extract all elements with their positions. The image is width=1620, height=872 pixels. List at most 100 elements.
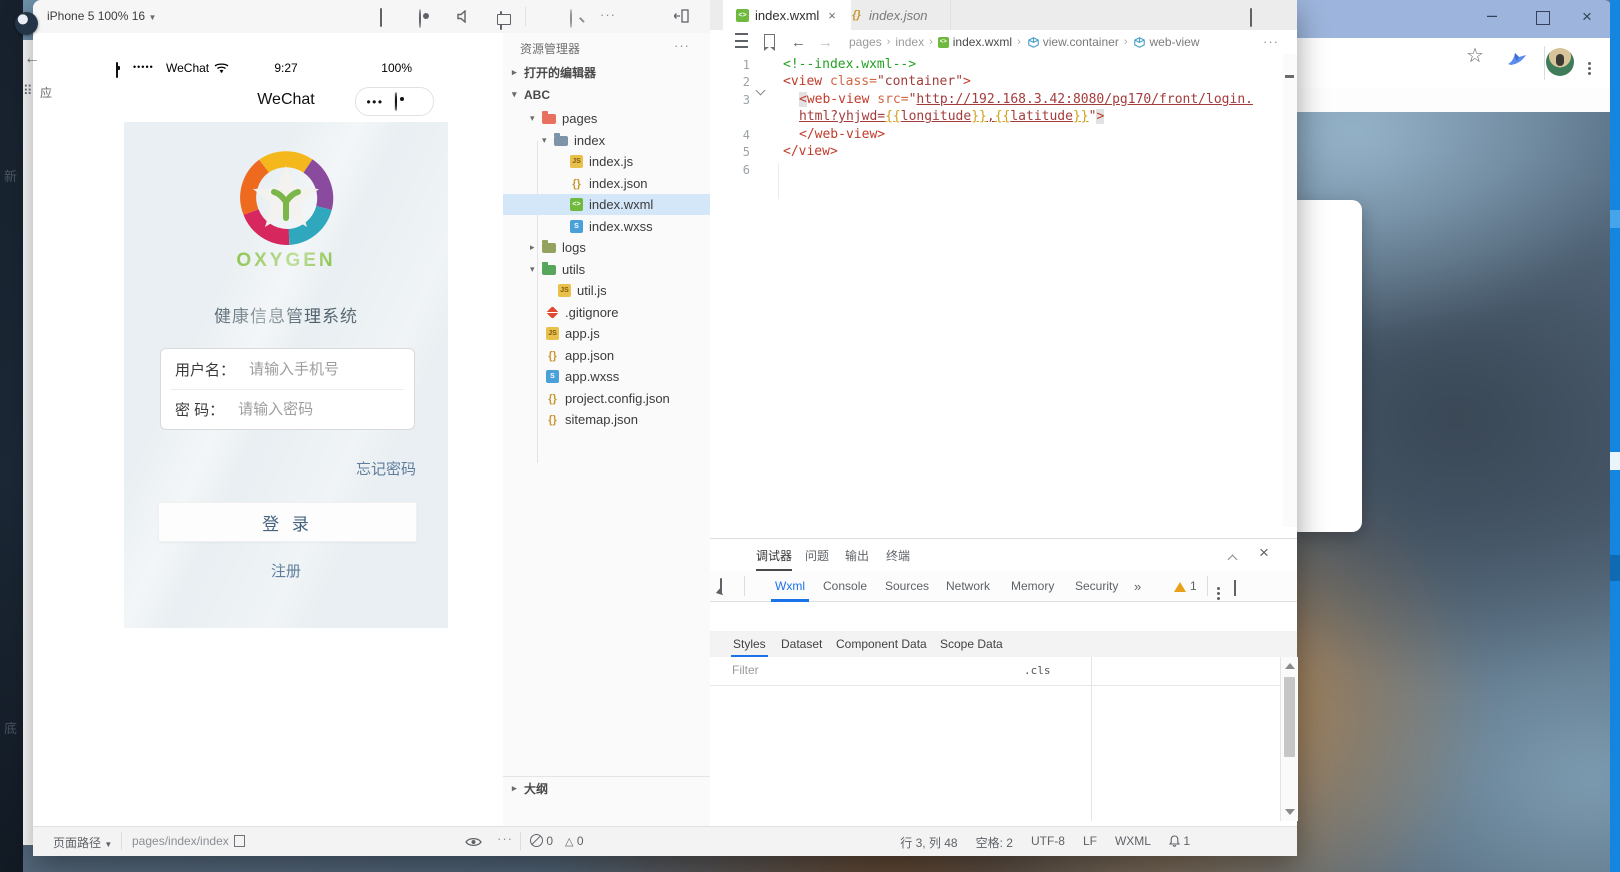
bookmark-icon[interactable] bbox=[764, 34, 775, 50]
inspector-tab-component-data[interactable]: Component Data bbox=[836, 637, 927, 651]
devtools-tab-console[interactable]: Console bbox=[823, 579, 867, 593]
statusbar-more-icon[interactable]: ··· bbox=[497, 831, 513, 846]
language-mode[interactable]: WXML bbox=[1115, 834, 1151, 851]
line-number: 1 bbox=[710, 58, 750, 72]
register-link[interactable]: 注册 bbox=[124, 560, 448, 581]
password-input[interactable] bbox=[236, 400, 390, 419]
browser-profile-avatar[interactable] bbox=[1546, 48, 1574, 76]
styles-scrollbar[interactable] bbox=[1280, 657, 1298, 821]
breadcrumb-index[interactable]: index bbox=[895, 35, 924, 49]
tab-problems[interactable]: 问题 bbox=[805, 547, 829, 564]
mute-speaker-icon[interactable] bbox=[457, 10, 472, 23]
collapse-panel-icon[interactable] bbox=[674, 9, 689, 23]
battery-percent: 100% bbox=[381, 61, 412, 75]
toolbar-divider bbox=[1544, 46, 1545, 80]
devtools-tab-memory[interactable]: Memory bbox=[1011, 579, 1054, 593]
breadcrumb-file[interactable]: index.wxml bbox=[953, 35, 1012, 49]
page-path-selector[interactable]: 页面路径 ▼ bbox=[53, 834, 112, 851]
page-path-value[interactable]: pages/index/index bbox=[132, 834, 245, 848]
tab-index-json[interactable]: {} index.json bbox=[838, 0, 951, 30]
inspector-tabbar: Styles Dataset Component Data Scope Data bbox=[710, 631, 1297, 658]
scroll-down-arrow[interactable] bbox=[1285, 809, 1295, 815]
warning-icon[interactable] bbox=[1174, 580, 1186, 594]
inspector-tab-styles[interactable]: Styles bbox=[733, 637, 766, 651]
breadcrumb-more-icon[interactable]: ··· bbox=[1263, 34, 1279, 49]
collapse-panel-chevron-icon[interactable] bbox=[1229, 552, 1236, 566]
devtools-tabbar: Wxml Console Sources Network Memory Secu… bbox=[710, 571, 1297, 602]
toolbar-more-icon[interactable]: ··· bbox=[600, 7, 616, 22]
cursor-position[interactable]: 行 3, 列 48 bbox=[900, 834, 957, 851]
file-explorer: 资源管理器 ··· ▸打开的编辑器 ▾ABC ▾pages ▾index JSi… bbox=[503, 33, 711, 826]
login-page: OXYGEN 健康信息管理系统 用户名： 密 码： 忘记密码 bbox=[124, 122, 448, 628]
login-button[interactable]: 登 录 bbox=[158, 502, 417, 542]
eol-setting[interactable]: LF bbox=[1083, 834, 1097, 851]
inspector-tab-dataset[interactable]: Dataset bbox=[781, 637, 822, 651]
devtools-more-tabs[interactable]: » bbox=[1134, 579, 1141, 594]
copy-path-icon[interactable] bbox=[234, 835, 245, 847]
nav-forward-icon[interactable]: → bbox=[818, 34, 833, 51]
breadcrumb-pages[interactable]: pages bbox=[849, 35, 882, 49]
inspect-element-icon[interactable] bbox=[720, 579, 722, 593]
capsule-close-button[interactable] bbox=[395, 93, 433, 111]
devtools-tab-network[interactable]: Network bbox=[946, 579, 990, 593]
error-counter[interactable]: 0 bbox=[530, 834, 553, 848]
multi-window-button[interactable] bbox=[500, 12, 502, 30]
device-selector[interactable]: iPhone 5 100% 16 ▼ bbox=[47, 9, 156, 23]
capsule-more-button[interactable]: ••• bbox=[356, 95, 394, 109]
inspector-tab-scope-data[interactable]: Scope Data bbox=[940, 637, 1003, 651]
tab-terminal[interactable]: 终端 bbox=[886, 547, 910, 564]
browser-minimize-button[interactable]: – bbox=[1487, 6, 1497, 24]
styles-filter-row: .cls bbox=[710, 657, 1297, 686]
notifications-bell[interactable]: 1 bbox=[1169, 834, 1190, 851]
forgot-password-link[interactable]: 忘记密码 bbox=[356, 458, 416, 479]
search-icon[interactable] bbox=[570, 10, 572, 28]
cls-button[interactable]: .cls bbox=[1024, 664, 1051, 677]
scrollbar-thumb[interactable] bbox=[1284, 677, 1295, 757]
indent-setting[interactable]: 空格: 2 bbox=[976, 834, 1013, 851]
tree-item-pages[interactable]: ▾pages bbox=[503, 108, 737, 129]
tab-output[interactable]: 输出 bbox=[845, 547, 869, 564]
encoding-setting[interactable]: UTF-8 bbox=[1031, 834, 1065, 851]
explorer-more-icon[interactable]: ··· bbox=[674, 38, 690, 53]
tab-close-icon[interactable]: × bbox=[828, 8, 836, 23]
breadcrumb-web-view[interactable]: web-view bbox=[1149, 35, 1199, 49]
code-editor[interactable]: 1 2 3 4 5 6 <!--index.wxml--> <view clas… bbox=[710, 54, 1283, 527]
browser-menu-icon[interactable] bbox=[1588, 52, 1591, 70]
project-root[interactable]: ▾ABC bbox=[503, 84, 719, 105]
editor-scrollbar[interactable] bbox=[1283, 54, 1297, 527]
preview-eye-icon[interactable] bbox=[465, 836, 482, 848]
record-button[interactable] bbox=[419, 10, 421, 28]
scroll-up-arrow[interactable] bbox=[1285, 663, 1295, 669]
devtools-tab-sources[interactable]: Sources bbox=[885, 579, 929, 593]
json-file-icon: {} bbox=[546, 392, 559, 405]
json-file-icon: {} bbox=[570, 177, 583, 190]
styles-filter-input[interactable] bbox=[730, 662, 1004, 678]
warning-count: 1 bbox=[1190, 579, 1197, 593]
tree-item-utils[interactable]: ▾utils bbox=[503, 259, 737, 280]
devtools-menu-icon[interactable] bbox=[1217, 579, 1220, 593]
tab-debugger[interactable]: 调试器 bbox=[756, 547, 792, 564]
js-file-icon: JS bbox=[570, 155, 583, 168]
rotate-device-button[interactable] bbox=[380, 9, 382, 27]
tab-index-wxml[interactable]: <> index.wxml × bbox=[723, 0, 851, 30]
tree-item-logs[interactable]: ▸logs bbox=[503, 237, 737, 258]
bird-extension-icon[interactable] bbox=[1506, 48, 1528, 68]
warning-counter[interactable]: △ 0 bbox=[565, 834, 584, 848]
fold-chevron-icon[interactable] bbox=[757, 79, 764, 98]
bookmark-star-icon[interactable]: ☆ bbox=[1466, 43, 1484, 68]
outline-section[interactable]: ▸大纲 bbox=[503, 776, 719, 799]
open-editors-section[interactable]: ▸打开的编辑器 bbox=[503, 62, 719, 83]
breadcrumb-list-icon[interactable] bbox=[735, 33, 748, 51]
split-editor-icon[interactable] bbox=[1250, 9, 1252, 27]
devtools-tab-security[interactable]: Security bbox=[1075, 579, 1118, 593]
devtools-tab-wxml[interactable]: Wxml bbox=[775, 579, 805, 593]
nav-back-icon[interactable]: ← bbox=[791, 34, 806, 51]
username-input[interactable] bbox=[247, 360, 401, 379]
wifi-icon bbox=[214, 62, 229, 73]
breadcrumb-view-container[interactable]: view.container bbox=[1043, 35, 1119, 49]
undock-icon[interactable] bbox=[1234, 581, 1236, 595]
close-panel-icon[interactable]: × bbox=[1259, 543, 1269, 563]
styles-pane-divider[interactable] bbox=[1091, 657, 1092, 821]
browser-close-button[interactable]: × bbox=[1582, 8, 1592, 26]
browser-maximize-button[interactable] bbox=[1536, 11, 1550, 25]
